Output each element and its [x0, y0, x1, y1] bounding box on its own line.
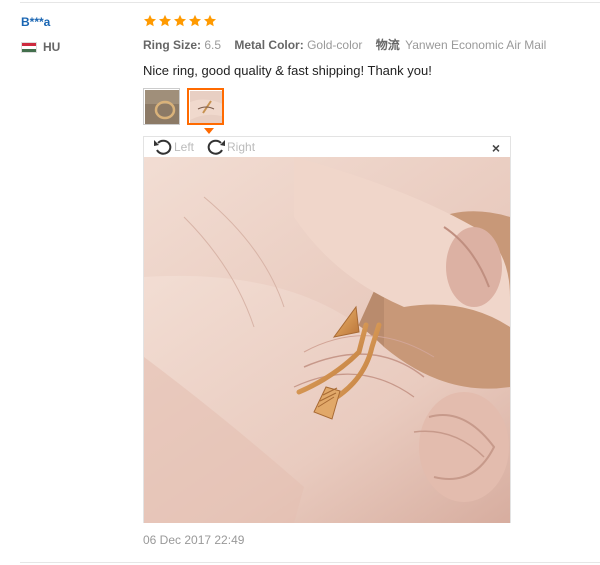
- close-viewer-button[interactable]: ×: [492, 140, 500, 156]
- rotate-left-icon: [154, 139, 172, 155]
- star-icon: [158, 14, 172, 28]
- reviewer-country: HU: [21, 40, 60, 54]
- shipping-label: 物流: [375, 38, 400, 52]
- review-photo: [144, 157, 510, 523]
- viewer-toolbar: Left Right ×: [144, 137, 510, 157]
- review-content: Ring Size: 6.5 Metal Color: Gold-color 物…: [143, 14, 583, 125]
- star-rating: [143, 14, 583, 28]
- review-date: 06 Dec 2017 22:49: [143, 533, 245, 547]
- country-code: HU: [43, 40, 61, 54]
- photo-thumbnail-active[interactable]: [187, 88, 224, 125]
- review-comment: Nice ring, good quality & fast shipping!…: [143, 63, 432, 78]
- shipping-method: 物流 Yanwen Economic Air Mail: [376, 38, 547, 52]
- photo-thumbnail[interactable]: [143, 88, 180, 125]
- order-details: Ring Size: 6.5 Metal Color: Gold-color 物…: [143, 36, 583, 53]
- ring-size-label: Ring Size:: [143, 38, 202, 52]
- star-icon: [188, 14, 202, 28]
- active-thumbnail-pointer: [204, 128, 214, 134]
- hungary-flag-icon: [21, 41, 37, 53]
- thumbnail-image: [190, 91, 222, 123]
- bottom-divider: [20, 562, 600, 563]
- rotate-left-label: Left: [174, 140, 195, 154]
- star-icon: [173, 14, 187, 28]
- star-icon: [203, 14, 217, 28]
- reviewer-name: B***a: [21, 15, 51, 29]
- metal-color-value: Gold-color: [307, 38, 363, 52]
- shipping-value: Yanwen Economic Air Mail: [405, 38, 547, 52]
- rotate-left-button[interactable]: Left: [153, 139, 194, 155]
- top-divider: [20, 2, 600, 3]
- thumbnail-image: [145, 90, 179, 124]
- rotate-right-icon: [207, 139, 226, 155]
- reviewer-info: B***a HU: [21, 15, 60, 54]
- rotate-right-button[interactable]: Right: [206, 139, 255, 155]
- ring-size: Ring Size: 6.5: [143, 38, 224, 52]
- ring-photo-image: [144, 157, 510, 523]
- metal-color-label: Metal Color:: [234, 38, 304, 52]
- star-icon: [143, 14, 157, 28]
- metal-color: Metal Color: Gold-color: [234, 38, 365, 52]
- rotate-right-label: Right: [227, 140, 256, 154]
- photo-viewer: Left Right ×: [143, 136, 511, 523]
- photo-thumbnails: [143, 88, 583, 125]
- ring-size-value: 6.5: [204, 38, 222, 52]
